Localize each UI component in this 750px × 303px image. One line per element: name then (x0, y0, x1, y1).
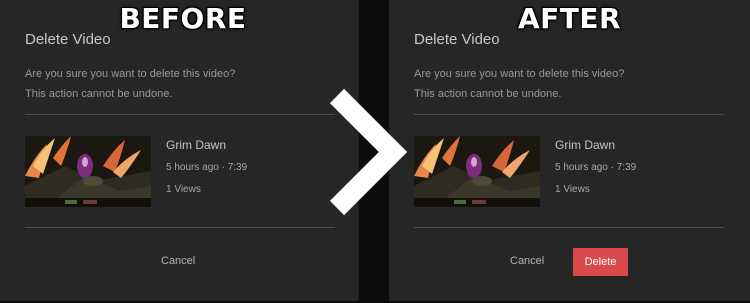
video-title: Grim Dawn (555, 138, 616, 152)
before-panel: BEFORE Delete Video Are you sure you wan… (0, 0, 359, 301)
cancel-button[interactable]: Cancel (510, 255, 544, 267)
dialog-title: Delete Video (414, 31, 500, 48)
dialog-message-line-2: This action cannot be undone. (414, 88, 562, 100)
dialog-message-line-2: This action cannot be undone. (25, 88, 173, 100)
video-thumbnail (414, 136, 540, 207)
delete-button[interactable]: Delete (573, 248, 628, 276)
video-meta: 5 hours ago · 7:39 (166, 162, 248, 173)
cancel-button[interactable]: Cancel (161, 255, 195, 267)
video-views: 1 Views (166, 184, 201, 195)
dialog-message-line-1: Are you sure you want to delete this vid… (414, 68, 625, 80)
video-views: 1 Views (555, 184, 590, 195)
divider (25, 227, 335, 228)
video-thumbnail (25, 136, 151, 207)
divider (25, 114, 335, 115)
chevron-right-icon (329, 88, 408, 216)
after-panel: AFTER Delete Video Are you sure you want… (389, 0, 750, 301)
dialog-message: Are you sure you want to delete this vid… (414, 64, 624, 104)
divider (414, 114, 724, 115)
dialog-message: Are you sure you want to delete this vid… (25, 64, 235, 104)
dialog-message-line-1: Are you sure you want to delete this vid… (25, 68, 236, 80)
comparison-stage: BEFORE Delete Video Are you sure you wan… (0, 0, 750, 303)
video-title: Grim Dawn (166, 138, 227, 152)
video-meta: 5 hours ago · 7:39 (555, 162, 637, 173)
dialog-title: Delete Video (25, 31, 111, 48)
divider (414, 227, 724, 228)
